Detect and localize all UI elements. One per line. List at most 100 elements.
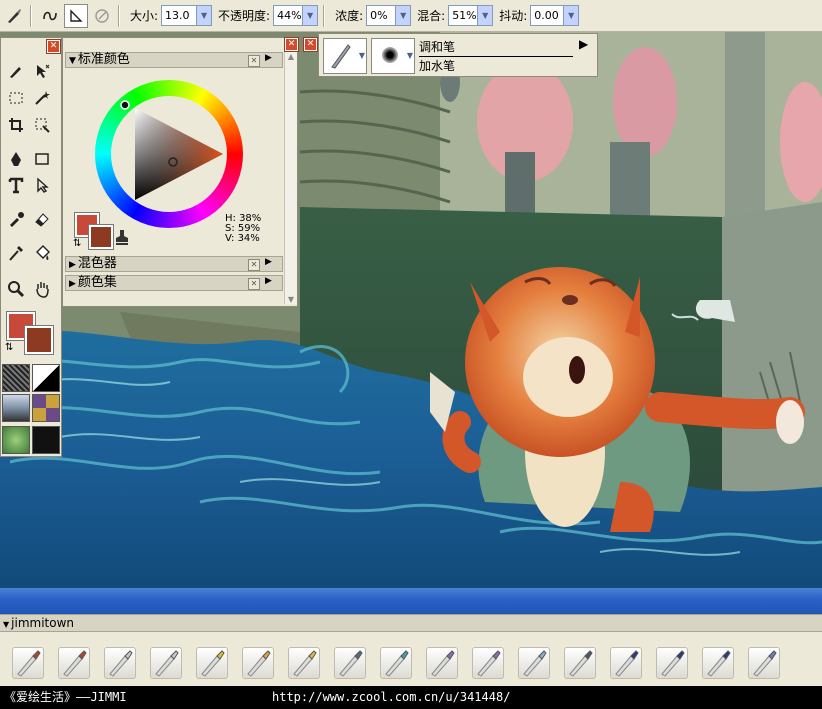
color-panel-close-icon[interactable]: ✕ — [285, 38, 298, 51]
blend-field[interactable]: 51% ▼ — [448, 5, 494, 26]
additional-color-swatch[interactable] — [25, 326, 53, 354]
brush-variant-button[interactable]: ▼ — [371, 38, 415, 74]
size-dropdown-arrow-icon[interactable]: ▼ — [196, 6, 212, 25]
eyedropper-icon[interactable] — [5, 242, 27, 264]
acrylic-brush-icon[interactable] — [58, 647, 90, 679]
mixer-menu-arrow-icon[interactable]: ▶ — [265, 257, 272, 267]
paper-selector-icon[interactable] — [2, 364, 30, 392]
nozzle-selector-icon[interactable] — [2, 426, 30, 454]
standard-colors-title: 标准颜色 — [77, 52, 130, 67]
rectangle-shape-icon[interactable] — [31, 148, 53, 170]
pencil-icon[interactable] — [104, 647, 136, 679]
freehand-stroke-icon[interactable] — [39, 5, 61, 27]
rectangular-selection-icon[interactable] — [5, 87, 27, 109]
dropper-brush-icon[interactable] — [5, 208, 27, 230]
panel-menu-arrow-icon[interactable]: ▶ — [265, 53, 272, 63]
ink-pen-2-icon[interactable] — [656, 647, 688, 679]
collapse-triangle-icon[interactable]: ▼ — [3, 620, 9, 629]
brush-category-name[interactable]: 调和笔 — [419, 38, 573, 57]
brush-tool-icon[interactable] — [3, 5, 25, 27]
pencil-light-icon[interactable] — [150, 647, 182, 679]
jitter-field[interactable]: 0.00 ▼ — [530, 5, 580, 26]
color-sets-menu-arrow-icon[interactable]: ▶ — [265, 276, 272, 286]
separator — [323, 4, 325, 27]
color-sets-title: 颜色集 — [77, 275, 117, 290]
opacity-value[interactable]: 44% — [274, 6, 302, 25]
eraser-tool-icon[interactable] — [31, 208, 53, 230]
hsv-readout: H: 38% S: 59% V: 34% — [225, 214, 261, 244]
palette-knife-icon[interactable] — [748, 647, 780, 679]
blend-dropdown-arrow-icon[interactable]: ▼ — [477, 6, 493, 25]
jitter-dropdown-arrow-icon[interactable]: ▼ — [563, 6, 579, 25]
size-label: 大小: — [130, 9, 159, 23]
panel-additional-color-swatch[interactable] — [89, 225, 113, 249]
collapse-triangle-icon[interactable]: ▼ — [69, 56, 76, 66]
magnifier-icon[interactable] — [5, 278, 27, 300]
shape-selection-icon[interactable] — [31, 174, 53, 196]
blend-value[interactable]: 51% — [449, 6, 477, 25]
blender-icon[interactable] — [518, 647, 550, 679]
jitter-value[interactable]: 0.00 — [531, 6, 563, 25]
caption-title: 《爱绘生活》——JIMMI — [4, 690, 127, 704]
airbrush-icon[interactable] — [564, 647, 596, 679]
concentration-value[interactable]: 0% — [367, 6, 395, 25]
value-readout: V: 34% — [225, 233, 260, 244]
gradient-selector-icon[interactable] — [32, 364, 60, 392]
color-panel-scrollbar[interactable]: ▲ ▼ — [284, 52, 297, 304]
selection-adjuster-icon[interactable] — [31, 114, 53, 136]
mixer-close-small-icon[interactable]: ✕ — [248, 259, 260, 271]
ink-pen-3-icon[interactable] — [702, 647, 734, 679]
opacity-dropdown-arrow-icon[interactable]: ▼ — [302, 6, 318, 25]
size-value[interactable]: 13.0 — [162, 6, 196, 25]
concentration-dropdown-arrow-icon[interactable]: ▼ — [395, 6, 411, 25]
pen-tool-icon[interactable] — [5, 148, 27, 170]
brush-tool-icon[interactable] — [5, 60, 27, 82]
text-tool-icon[interactable] — [5, 174, 27, 196]
weaving-selector-icon[interactable] — [32, 394, 60, 422]
ink-pen-icon[interactable] — [610, 647, 642, 679]
pattern-selector-icon[interactable] — [2, 394, 30, 422]
panel-close-small-icon[interactable]: ✕ — [248, 55, 260, 67]
stroke-attributes-icon[interactable] — [91, 5, 113, 27]
watercolor-icon[interactable] — [380, 647, 412, 679]
crayon-icon[interactable] — [242, 647, 274, 679]
brush-selector-menu-arrow-icon[interactable]: ▶ — [579, 37, 588, 51]
brush-selector-close-icon[interactable]: ✕ — [304, 38, 317, 51]
brush-variant-arrow-icon[interactable]: ▼ — [407, 51, 413, 60]
jitter-label: 抖动: — [499, 9, 528, 23]
panel-swap-colors-icon[interactable]: ⇅ — [73, 238, 81, 249]
magic-wand-icon[interactable] — [31, 87, 53, 109]
straight-line-stroke-icon[interactable] — [64, 3, 88, 28]
artist-brush-icon[interactable] — [426, 647, 458, 679]
pastel-icon[interactable] — [288, 647, 320, 679]
pen-icon[interactable] — [334, 647, 366, 679]
oil-brush-icon[interactable] — [12, 647, 44, 679]
artist-brush-2-icon[interactable] — [472, 647, 504, 679]
look-selector-icon[interactable] — [32, 426, 60, 454]
crop-tool-icon[interactable] — [5, 114, 27, 136]
brush-category-button[interactable]: ▼ — [323, 38, 367, 74]
brush-category-arrow-icon[interactable]: ▼ — [359, 51, 365, 60]
layer-adjuster-icon[interactable] — [31, 60, 53, 82]
swap-colors-icon[interactable]: ⇅ — [5, 342, 13, 353]
opacity-field[interactable]: 44% ▼ — [273, 5, 319, 26]
size-field[interactable]: 13.0 ▼ — [161, 5, 213, 26]
expand-triangle-icon[interactable]: ▶ — [69, 260, 76, 270]
concentration-label: 浓度: — [335, 9, 364, 23]
clone-color-stamp-icon[interactable] — [113, 228, 131, 249]
document-scroll-bar[interactable] — [0, 588, 822, 614]
saturation-value-triangle[interactable] — [95, 80, 243, 228]
separator — [118, 4, 119, 27]
color-sets-close-small-icon[interactable]: ✕ — [248, 278, 260, 290]
custom-palette-titlebar[interactable]: ▼ jimmitown — [0, 615, 822, 632]
grabber-hand-icon[interactable] — [31, 278, 53, 300]
scroll-down-icon[interactable]: ▼ — [285, 295, 297, 304]
concentration-field[interactable]: 0% ▼ — [366, 5, 412, 26]
opacity-label: 不透明度: — [218, 9, 271, 23]
brush-variant-name[interactable]: 加水笔 — [419, 57, 573, 75]
scroll-up-icon[interactable]: ▲ — [285, 52, 297, 61]
star-stamp-icon[interactable] — [196, 647, 228, 679]
paint-bucket-icon[interactable] — [31, 242, 53, 264]
expand-triangle-icon[interactable]: ▶ — [69, 279, 76, 289]
toolbox-close-icon[interactable]: ✕ — [47, 40, 60, 53]
